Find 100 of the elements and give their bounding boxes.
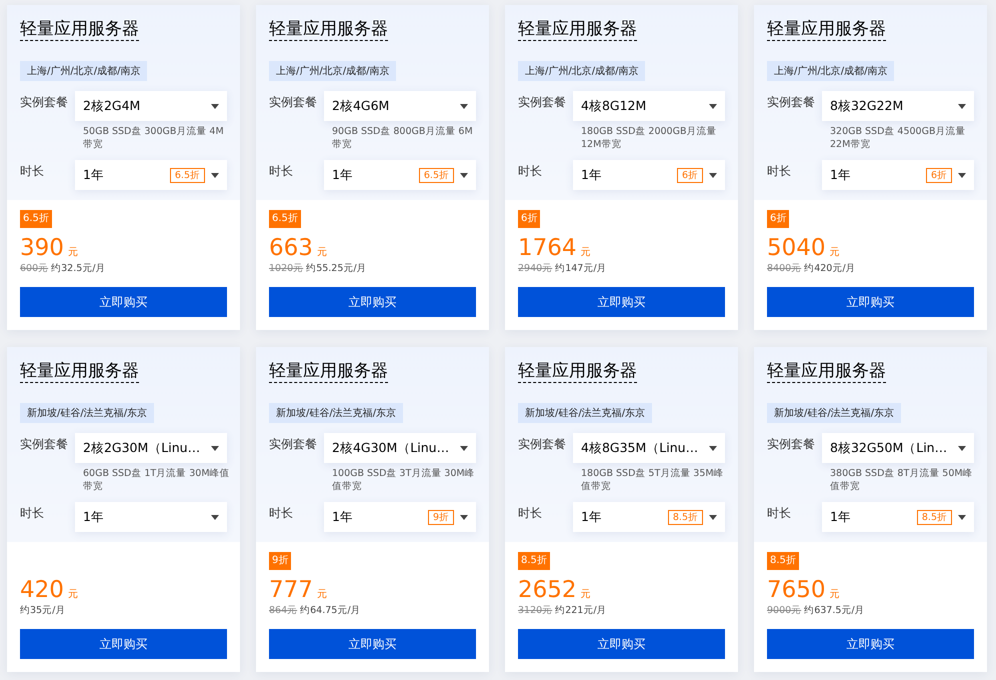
caret-down-icon bbox=[460, 514, 468, 520]
plan-select[interactable]: 2核2G30M（Linu… bbox=[75, 433, 227, 463]
monthly-price: 约637.5元/月 bbox=[804, 604, 865, 617]
price-unit: 元 bbox=[316, 246, 327, 259]
discount-badge: 8.5折 bbox=[518, 552, 550, 570]
field-label: 实例套餐 bbox=[269, 94, 318, 111]
discount-badge: 9折 bbox=[269, 552, 292, 570]
field-label: 实例套餐 bbox=[767, 436, 816, 453]
field-label: 时长 bbox=[767, 505, 792, 522]
duration-select[interactable]: 1年 6.5折 bbox=[324, 160, 476, 190]
duration-select[interactable]: 1年 6折 bbox=[573, 160, 725, 190]
original-price: 8400元 bbox=[767, 262, 802, 275]
discount-tag: 8.5折 bbox=[668, 510, 703, 524]
monthly-price: 约55.25元/月 bbox=[306, 262, 367, 275]
monthly-price: 约420元/月 bbox=[804, 262, 856, 275]
discount-badge: 6折 bbox=[767, 210, 790, 228]
monthly-price: 约221元/月 bbox=[555, 604, 607, 617]
caret-down-icon bbox=[709, 172, 717, 178]
plan-select[interactable]: 4核8G35M（Linu… bbox=[573, 433, 725, 463]
caret-down-icon bbox=[211, 172, 219, 178]
duration-select[interactable]: 1年 8.5折 bbox=[573, 502, 725, 532]
caret-down-icon bbox=[958, 514, 966, 520]
price: 420 bbox=[20, 577, 64, 603]
buy-button[interactable]: 立即购买 bbox=[518, 629, 725, 659]
caret-down-icon bbox=[211, 514, 219, 520]
price-unit: 元 bbox=[830, 246, 840, 259]
caret-down-icon bbox=[460, 104, 468, 108]
discount-tag: 6折 bbox=[676, 168, 703, 182]
plan-select[interactable]: 4核8G12M bbox=[573, 91, 725, 121]
monthly-price: 约64.75元/月 bbox=[300, 604, 361, 617]
field-label: 实例套餐 bbox=[767, 94, 816, 111]
price: 7650 bbox=[767, 577, 826, 603]
product-title: 轻量应用服务器 bbox=[767, 18, 886, 41]
discount-tag: 6.5折 bbox=[170, 168, 205, 182]
field-label: 时长 bbox=[269, 163, 294, 180]
price-unit: 元 bbox=[316, 588, 327, 601]
caret-down-icon bbox=[211, 446, 219, 450]
product-title: 轻量应用服务器 bbox=[20, 18, 139, 41]
plan-select[interactable]: 2核4G6M bbox=[324, 91, 476, 121]
region-tag: 上海/广州/北京/成都/南京 bbox=[767, 61, 894, 81]
product-title: 轻量应用服务器 bbox=[269, 18, 388, 41]
caret-down-icon bbox=[958, 446, 966, 450]
buy-button[interactable]: 立即购买 bbox=[20, 629, 227, 659]
region-tag: 新加坡/硅谷/法兰克福/东京 bbox=[767, 403, 902, 423]
duration-select[interactable]: 1年 bbox=[75, 502, 227, 532]
spec-text: 380GB SSD盘 8T月流量 50M峰值带宽 bbox=[830, 467, 974, 493]
buy-button[interactable]: 立即购买 bbox=[269, 287, 476, 317]
discount-badge: 8.5折 bbox=[767, 552, 799, 570]
spec-text: 50GB SSD盘 300GB月流量 4M带宽 bbox=[83, 125, 225, 151]
price: 1764 bbox=[518, 235, 577, 261]
region-tag: 上海/广州/北京/成都/南京 bbox=[20, 61, 148, 81]
original-price: 864元 bbox=[269, 604, 298, 617]
plan-select[interactable]: 2核4G30M（Linu… bbox=[324, 433, 476, 463]
spec-text: 60GB SSD盘 1T月流量 30M峰值带宽 bbox=[83, 467, 231, 493]
price-unit: 元 bbox=[580, 246, 591, 259]
duration-select[interactable]: 1年 6.5折 bbox=[75, 160, 227, 190]
price: 2652 bbox=[518, 577, 577, 603]
price: 390 bbox=[20, 235, 64, 261]
discount-badge: 6.5折 bbox=[269, 210, 301, 228]
price: 777 bbox=[269, 577, 313, 603]
duration-select[interactable]: 1年 6折 bbox=[822, 160, 974, 190]
discount-tag: 9折 bbox=[428, 510, 454, 524]
product-title: 轻量应用服务器 bbox=[518, 18, 637, 41]
discount-tag: 6.5折 bbox=[418, 168, 454, 182]
product-title: 轻量应用服务器 bbox=[20, 360, 139, 383]
field-label: 实例套餐 bbox=[518, 94, 567, 111]
buy-button[interactable]: 立即购买 bbox=[518, 287, 725, 317]
region-tag: 新加坡/硅谷/法兰克福/东京 bbox=[269, 403, 404, 423]
caret-down-icon bbox=[958, 172, 966, 178]
discount-tag: 8.5折 bbox=[916, 510, 952, 524]
spec-text: 90GB SSD盘 800GB月流量 6M带宽 bbox=[332, 125, 474, 151]
caret-down-icon bbox=[958, 104, 966, 108]
field-label: 实例套餐 bbox=[20, 436, 69, 453]
original-price: 1020元 bbox=[269, 262, 304, 275]
discount-badge: 6折 bbox=[518, 210, 540, 228]
original-price: 2940元 bbox=[518, 262, 552, 275]
region-tag: 上海/广州/北京/成都/南京 bbox=[518, 61, 646, 81]
field-label: 实例套餐 bbox=[518, 436, 567, 453]
spec-text: 320GB SSD盘 4500GB月流量 22M带宽 bbox=[830, 125, 966, 151]
plan-select[interactable]: 8核32G50M（Lin… bbox=[822, 433, 974, 463]
buy-button[interactable]: 立即购买 bbox=[767, 629, 974, 659]
buy-button[interactable]: 立即购买 bbox=[767, 287, 974, 317]
price-unit: 元 bbox=[68, 246, 78, 259]
field-label: 时长 bbox=[767, 163, 792, 180]
duration-select[interactable]: 1年 8.5折 bbox=[822, 502, 974, 532]
buy-button[interactable]: 立即购买 bbox=[269, 629, 476, 659]
discount-badge: 6.5折 bbox=[20, 210, 52, 228]
caret-down-icon bbox=[460, 446, 468, 450]
monthly-price: 约147元/月 bbox=[555, 262, 607, 275]
spec-text: 180GB SSD盘 5T月流量 35M峰值带宽 bbox=[581, 467, 725, 493]
monthly-price: 约35元/月 bbox=[20, 604, 66, 617]
original-price: 3120元 bbox=[518, 604, 552, 617]
duration-select[interactable]: 1年 9折 bbox=[324, 502, 476, 532]
buy-button[interactable]: 立即购买 bbox=[20, 287, 227, 317]
plan-select[interactable]: 2核2G4M bbox=[75, 91, 227, 121]
original-price: 9000元 bbox=[767, 604, 802, 617]
plan-select[interactable]: 8核32G22M bbox=[822, 91, 974, 121]
discount-tag: 6折 bbox=[926, 168, 952, 182]
field-label: 时长 bbox=[518, 163, 543, 180]
region-tag: 新加坡/硅谷/法兰克福/东京 bbox=[518, 403, 652, 423]
